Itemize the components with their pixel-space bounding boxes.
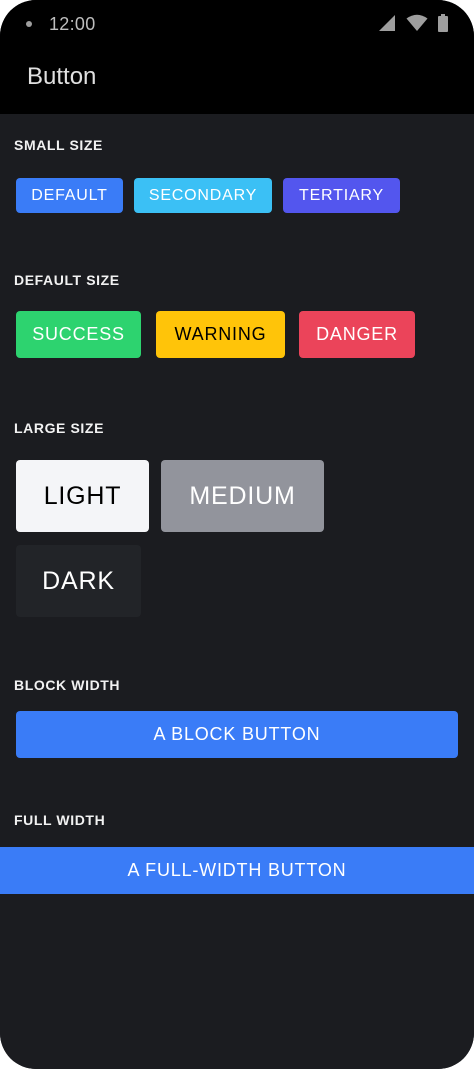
signal-icon [379, 15, 395, 31]
danger-button[interactable]: DANGER [299, 311, 415, 358]
app-toolbar: Button [0, 48, 474, 114]
status-bar: 12:00 [0, 0, 474, 48]
content: SMALL SIZE DEFAULT SECONDARY TERTIARY DE… [0, 114, 474, 1069]
medium-button[interactable]: MEDIUM [161, 460, 324, 532]
status-time: 12:00 [49, 14, 96, 34]
secondary-button[interactable]: SECONDARY [134, 178, 272, 213]
light-button[interactable]: LIGHT [16, 460, 149, 532]
success-button[interactable]: SUCCESS [16, 311, 141, 358]
battery-icon [438, 14, 448, 32]
wifi-icon [406, 14, 428, 31]
warning-button[interactable]: WARNING [156, 311, 285, 358]
status-icons [378, 14, 448, 32]
block-button[interactable]: A BLOCK BUTTON [16, 711, 458, 758]
block-width-label: BLOCK WIDTH [14, 677, 121, 693]
dark-button[interactable]: DARK [16, 545, 141, 617]
default-size-label: DEFAULT SIZE [14, 272, 120, 288]
device-screen: 12:00 Button SMALL SIZE DEFAULT SECONDAR… [0, 0, 474, 1069]
full-width-button[interactable]: A FULL-WIDTH BUTTON [0, 847, 474, 894]
page-title: Button [27, 63, 97, 90]
tertiary-button[interactable]: TERTIARY [283, 178, 400, 213]
notification-dot-icon [26, 21, 32, 27]
large-size-label: LARGE SIZE [14, 420, 105, 436]
default-button[interactable]: DEFAULT [16, 178, 123, 213]
full-width-label: FULL WIDTH [14, 812, 106, 828]
small-size-label: SMALL SIZE [14, 137, 103, 153]
